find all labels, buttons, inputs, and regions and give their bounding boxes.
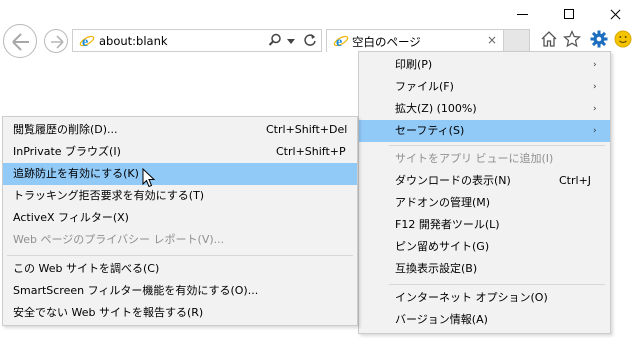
forward-button[interactable] [44,29,68,53]
menu-separator [389,284,605,285]
forward-arrow-icon [51,35,64,49]
new-tab-button[interactable] [504,29,530,52]
address-bar[interactable]: e about:blank [72,29,322,52]
menu-item-check-website[interactable]: この Web サイトを調べる(C) [3,258,357,280]
maximize-button[interactable] [546,0,592,28]
chevron-right-icon: › [593,82,597,92]
menu-item-inprivate[interactable]: InPrivate ブラウズ(I) Ctrl+Shift+P [3,141,357,163]
svg-text:e: e [336,35,342,49]
chevron-right-icon: › [593,126,597,136]
menu-item-report-unsafe-site[interactable]: 安全でない Web サイトを報告する(R) [3,302,357,324]
search-icon[interactable] [268,33,282,47]
minimize-icon [517,14,528,15]
ie-logo-icon: e [333,35,349,49]
tab-close-icon[interactable]: × [487,33,497,47]
tools-menu: 印刷(P) › ファイル(F) › 拡大(Z) (100%) › セーフティ(S… [358,51,611,334]
mouse-cursor-icon [142,168,156,188]
shortcut-text: Ctrl+Shift+Del [266,123,348,136]
gear-icon[interactable] [590,30,608,48]
shortcut-text: Ctrl+Shift+P [276,145,346,158]
url-text[interactable]: about:blank [99,34,168,48]
star-icon[interactable] [563,30,581,48]
close-window-button[interactable] [592,0,638,28]
browser-tab[interactable]: e 空白のページ × [326,29,504,52]
minimize-button[interactable] [500,0,546,28]
menu-item-file[interactable]: ファイル(F) › [359,76,610,98]
shortcut-text: Ctrl+J [559,174,592,187]
menu-item-do-not-track[interactable]: トラッキング拒否要求を有効にする(T) [3,185,357,207]
chevron-down-icon[interactable] [287,39,295,44]
svg-text:e: e [82,35,88,49]
ie-logo-icon: e [79,35,95,49]
title-bar [0,0,640,28]
chevron-right-icon: › [593,60,597,70]
home-icon[interactable] [540,30,558,48]
menu-item-add-site-to-apps: サイトをアプリ ビューに追加(I) [395,152,554,165]
menu-item-delete-history[interactable]: 閲覧履歴の削除(D)... Ctrl+Shift+Del [3,119,357,141]
menu-item-zoom[interactable]: 拡大(Z) (100%) › [359,98,610,120]
menu-item-internet-options[interactable]: インターネット オプション(O) [359,287,610,309]
menu-separator [389,145,605,146]
menu-item-safety[interactable]: セーフティ(S) › [359,120,610,142]
menu-item-print[interactable]: 印刷(P) › [359,54,610,76]
back-arrow-icon [12,33,29,51]
menu-item-privacy-report: Web ページのプライバシー レポート(V)... [13,233,225,246]
menu-item-view-downloads[interactable]: ダウンロードの表示(N) Ctrl+J [359,170,610,192]
menu-separator [7,255,353,256]
menu-item-manage-addons[interactable]: アドオンの管理(M) [359,192,610,214]
menu-item-tracking-protection[interactable]: 追跡防止を有効にする(K) [3,163,357,185]
chevron-right-icon: › [593,104,597,114]
menu-item-pinned-sites[interactable]: ピン留めサイト(G) [359,236,610,258]
smiley-icon[interactable] [614,30,632,48]
safety-submenu: 閲覧履歴の削除(D)... Ctrl+Shift+Del InPrivate ブ… [2,116,358,326]
menu-item-f12-devtools[interactable]: F12 開発者ツール(L) [359,214,610,236]
menu-item-smartscreen[interactable]: SmartScreen フィルター機能を有効にする(O)... [3,280,357,302]
menu-item-compat-view[interactable]: 互換表示設定(B) [359,258,610,280]
back-button[interactable] [3,24,37,58]
tab-title: 空白のページ [352,35,421,49]
maximize-icon [564,9,574,19]
refresh-icon[interactable] [303,33,317,47]
menu-item-about[interactable]: バージョン情報(A) [359,309,610,331]
menu-item-activex-filter[interactable]: ActiveX フィルター(X) [3,207,357,229]
